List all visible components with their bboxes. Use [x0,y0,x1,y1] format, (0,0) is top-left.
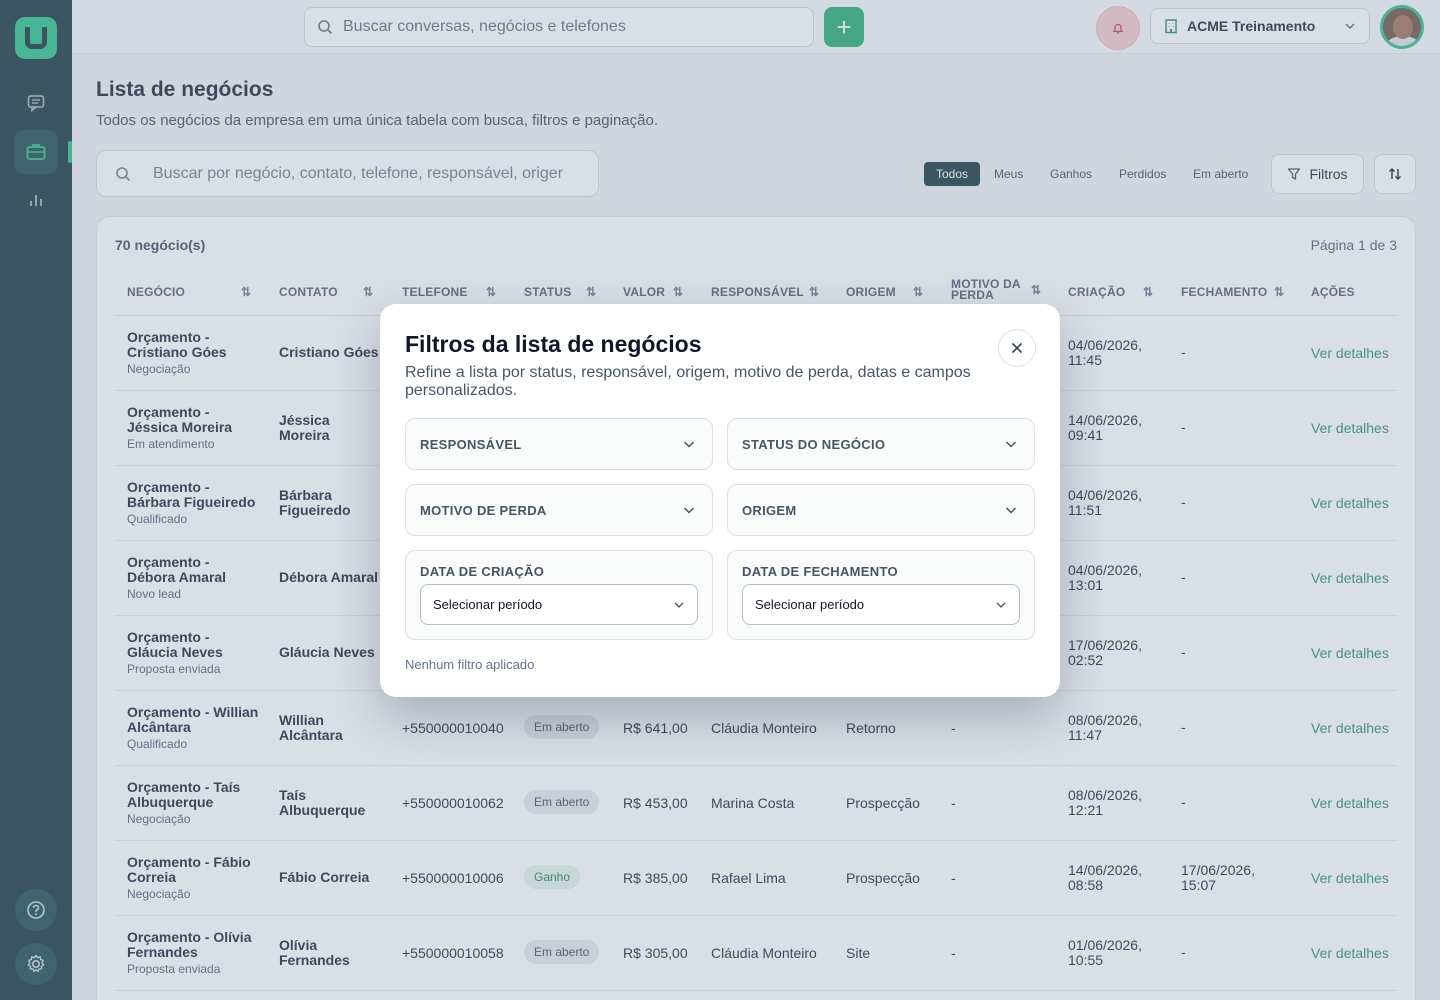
modal-subtitle: Refine a lista por status, responsável, … [405,364,971,399]
filter-motivo-label: MOTIVO DE PERDA [420,503,547,518]
filter-responsavel[interactable]: RESPONSÁVEL [405,418,713,470]
creation-period-select[interactable]: Selecionar período [420,584,698,625]
filter-motivo-perda[interactable]: MOTIVO DE PERDA [405,484,713,536]
modal-title: Filtros da lista de negócios [405,331,702,357]
filter-data-fechamento-label: DATA DE FECHAMENTO [742,564,898,579]
filters-modal: Filtros da lista de negócios Refine a li… [380,304,1060,697]
filter-status[interactable]: STATUS DO NEGÓCIO [727,418,1035,470]
close-icon[interactable] [998,329,1036,367]
filter-origem-label: ORIGEM [742,503,797,518]
chevron-down-icon [1005,507,1017,514]
chevron-down-icon [674,602,684,608]
filter-data-fechamento: DATA DE FECHAMENTO Selecionar período [727,550,1035,640]
filter-data-criacao: DATA DE CRIAÇÃO Selecionar período [405,550,713,640]
chevron-down-icon [683,441,695,448]
chevron-down-icon [1005,441,1017,448]
filter-data-criacao-label: DATA DE CRIAÇÃO [420,564,545,579]
filter-responsavel-label: RESPONSÁVEL [420,437,522,452]
chevron-down-icon [996,602,1006,608]
filter-origem[interactable]: ORIGEM [727,484,1035,536]
no-filter-status: Nenhum filtro aplicado [405,657,535,672]
chevron-down-icon [683,507,695,514]
filter-status-label: STATUS DO NEGÓCIO [742,437,886,452]
closing-period-select[interactable]: Selecionar período [742,584,1020,625]
